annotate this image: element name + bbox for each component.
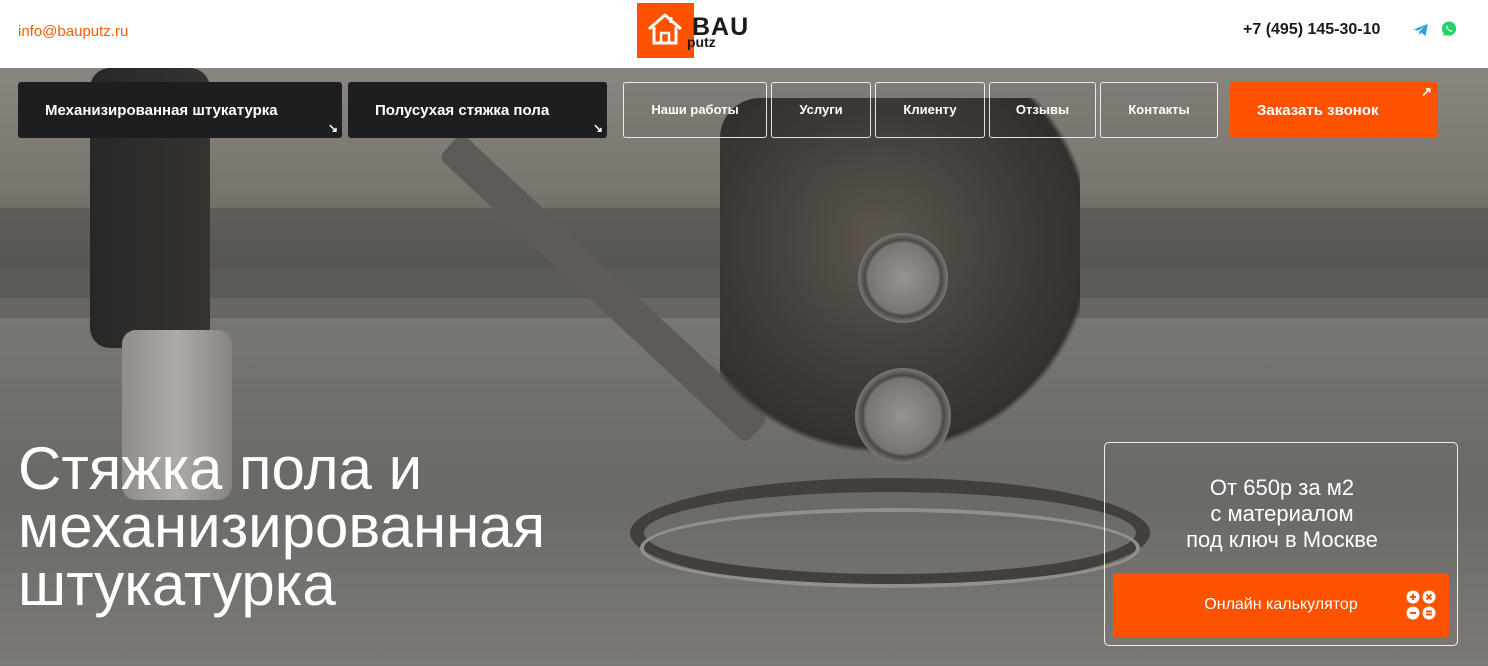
arrow-down-right-icon: ↘ xyxy=(327,121,338,135)
price-line-1: От 650р за м2 xyxy=(1209,475,1355,500)
hero-headline: Стяжка пола и механизированная штукатурк… xyxy=(18,435,718,618)
order-call-button[interactable]: Заказать звонок ↗ xyxy=(1230,82,1438,138)
nav-our-works[interactable]: Наши работы xyxy=(623,82,767,138)
logo-text-putz: putz xyxy=(687,34,716,50)
price-text: От 650р за м2 с материалом под ключ в Мо… xyxy=(1105,475,1459,553)
price-line-3: под ключ в Москве xyxy=(1186,527,1378,552)
nav-semi-dry-screed-label: Полусухая стяжка пола xyxy=(375,102,550,119)
nav-mechanized-plaster[interactable]: Механизированная штукатурка ↘ xyxy=(18,82,342,138)
arrow-up-right-icon: ↗ xyxy=(1421,84,1432,99)
nav-client[interactable]: Клиенту xyxy=(875,82,985,138)
phone-number[interactable]: +7 (495) 145-30-10 xyxy=(1243,21,1380,39)
headline-line-1: Стяжка пола и xyxy=(18,435,423,502)
price-box: От 650р за м2 с материалом под ключ в Мо… xyxy=(1104,442,1458,646)
logo-house-icon xyxy=(637,3,694,58)
price-line-2: с материалом xyxy=(1210,501,1354,526)
nav-services[interactable]: Услуги xyxy=(771,82,871,138)
logo[interactable]: BAU putz xyxy=(637,3,757,59)
online-calculator-button[interactable]: Онлайн калькулятор xyxy=(1113,573,1449,637)
nav-mechanized-plaster-label: Механизированная штукатурка xyxy=(45,102,278,119)
headline-line-2: механизированная xyxy=(18,493,546,560)
hero-section: Механизированная штукатурка ↘ Полусухая … xyxy=(0,68,1488,666)
nav-semi-dry-screed[interactable]: Полусухая стяжка пола ↘ xyxy=(348,82,607,138)
top-bar: info@bauputz.ru BAU putz +7 (495) 145-30… xyxy=(0,0,1488,68)
headline-line-3: штукатурка xyxy=(18,551,336,618)
nav-contacts[interactable]: Контакты xyxy=(1100,82,1218,138)
whatsapp-icon[interactable] xyxy=(1440,20,1458,38)
online-calculator-label: Онлайн калькулятор xyxy=(1204,596,1358,613)
email-link[interactable]: info@bauputz.ru xyxy=(18,23,128,40)
order-call-label: Заказать звонок xyxy=(1257,102,1379,119)
calculator-icon xyxy=(1406,590,1436,620)
arrow-down-right-icon: ↘ xyxy=(592,121,603,135)
telegram-icon[interactable] xyxy=(1412,21,1430,39)
nav-reviews[interactable]: Отзывы xyxy=(989,82,1096,138)
